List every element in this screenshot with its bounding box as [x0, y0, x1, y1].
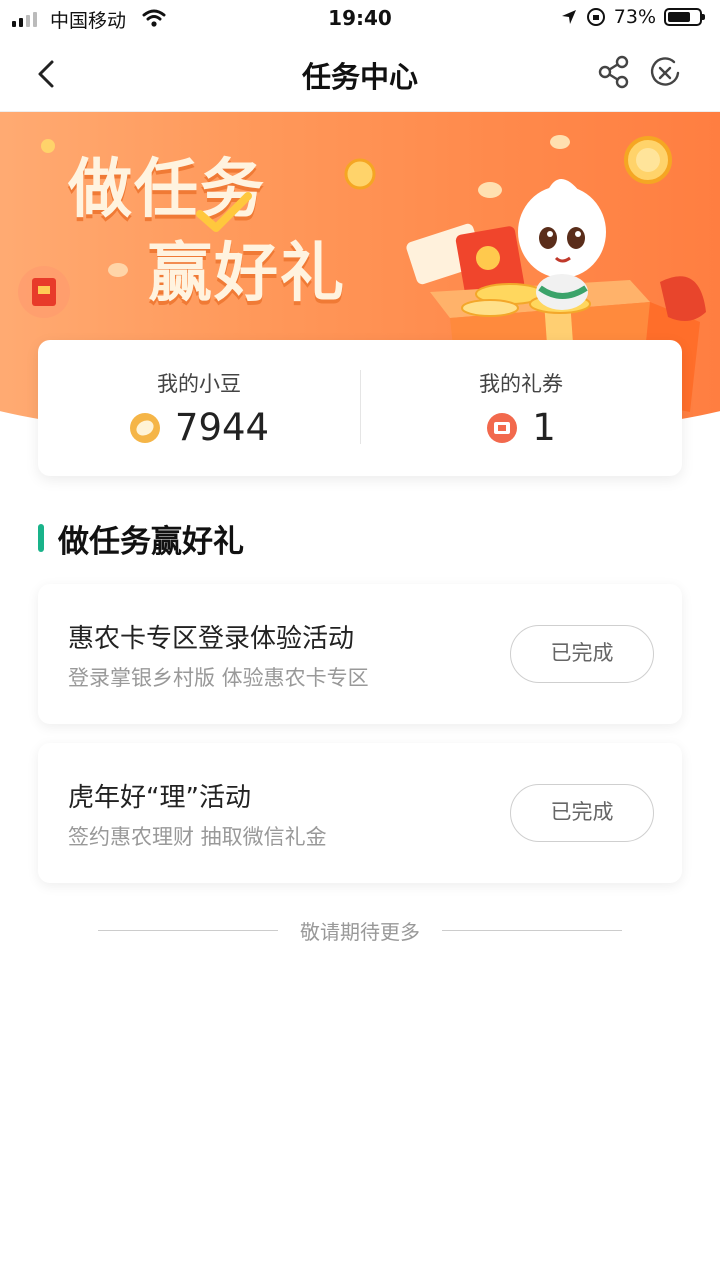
checkmark-icon: [196, 192, 252, 232]
task-title: 虎年好“理”活动: [68, 783, 251, 813]
location-arrow-icon: [561, 10, 576, 24]
footer-divider-right: [442, 929, 622, 931]
footer-divider-left: [98, 929, 278, 931]
more-coming-footer: 敬请期待更多: [98, 914, 622, 946]
share-icon[interactable]: [596, 54, 632, 90]
points-summary-card: 我的小豆 7944 我的礼券 1: [38, 340, 682, 476]
navigation-bar: 任务中心: [0, 36, 720, 112]
orientation-lock-icon: [586, 8, 605, 26]
footer-text: 敬请期待更多: [300, 919, 420, 944]
task-status-button[interactable]: 已完成: [510, 784, 654, 842]
status-bar: 中国移动 19:40 73%: [0, 0, 720, 36]
beans-label: 我的小豆: [157, 372, 241, 396]
task-title: 惠农卡专区登录体验活动: [68, 624, 355, 654]
stats-divider: [360, 370, 361, 444]
section-heading: 做任务赢好礼: [38, 518, 244, 560]
section-accent-bar: [38, 524, 44, 552]
bean-coin-icon: [129, 412, 160, 443]
battery-percent: 73%: [613, 6, 656, 28]
task-card[interactable]: 惠农卡专区登录体验活动 登录掌银乡村版 体验惠农卡专区 已完成: [38, 584, 682, 724]
beans-stat[interactable]: 我的小豆 7944: [38, 340, 360, 476]
task-status-button[interactable]: 已完成: [510, 625, 654, 683]
coupons-label: 我的礼券: [479, 372, 563, 396]
close-circle-icon[interactable]: [648, 56, 682, 90]
coupons-stat[interactable]: 我的礼券 1: [360, 340, 682, 476]
section-title-text: 做任务赢好礼: [58, 523, 244, 560]
task-subtitle: 签约惠农理财 抽取微信礼金: [68, 825, 327, 849]
coupons-value: 1: [532, 406, 556, 449]
task-subtitle: 登录掌银乡村版 体验惠农卡专区: [68, 666, 369, 690]
task-card[interactable]: 虎年好“理”活动 签约惠农理财 抽取微信礼金 已完成: [38, 743, 682, 883]
coupon-icon: [487, 412, 518, 443]
banner-slogan-line2: 赢好礼: [148, 237, 346, 311]
battery-icon: [664, 8, 705, 26]
beans-value: 7944: [174, 406, 270, 449]
